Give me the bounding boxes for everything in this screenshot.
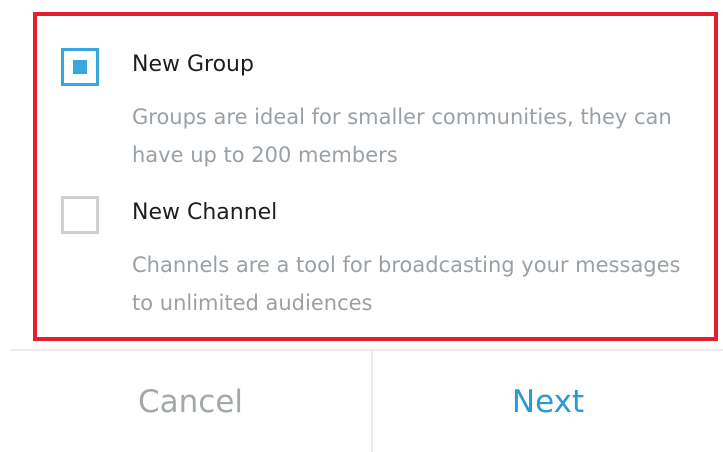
highlight-box: New Group Groups are ideal for smaller c… xyxy=(33,12,718,341)
new-group-description: Groups are ideal for smaller communities… xyxy=(132,105,672,167)
checkbox-checked-mark xyxy=(73,60,87,74)
cancel-button[interactable]: Cancel xyxy=(10,351,371,452)
new-channel-checkbox[interactable] xyxy=(61,196,99,234)
next-button[interactable]: Next xyxy=(373,351,723,452)
new-group-checkbox[interactable] xyxy=(61,48,99,86)
new-channel-description: Channels are a tool for broadcasting you… xyxy=(132,253,681,315)
new-channel-title: New Channel xyxy=(132,200,278,225)
new-group-title: New Group xyxy=(132,52,254,77)
dialog-footer: Cancel Next xyxy=(10,349,723,452)
